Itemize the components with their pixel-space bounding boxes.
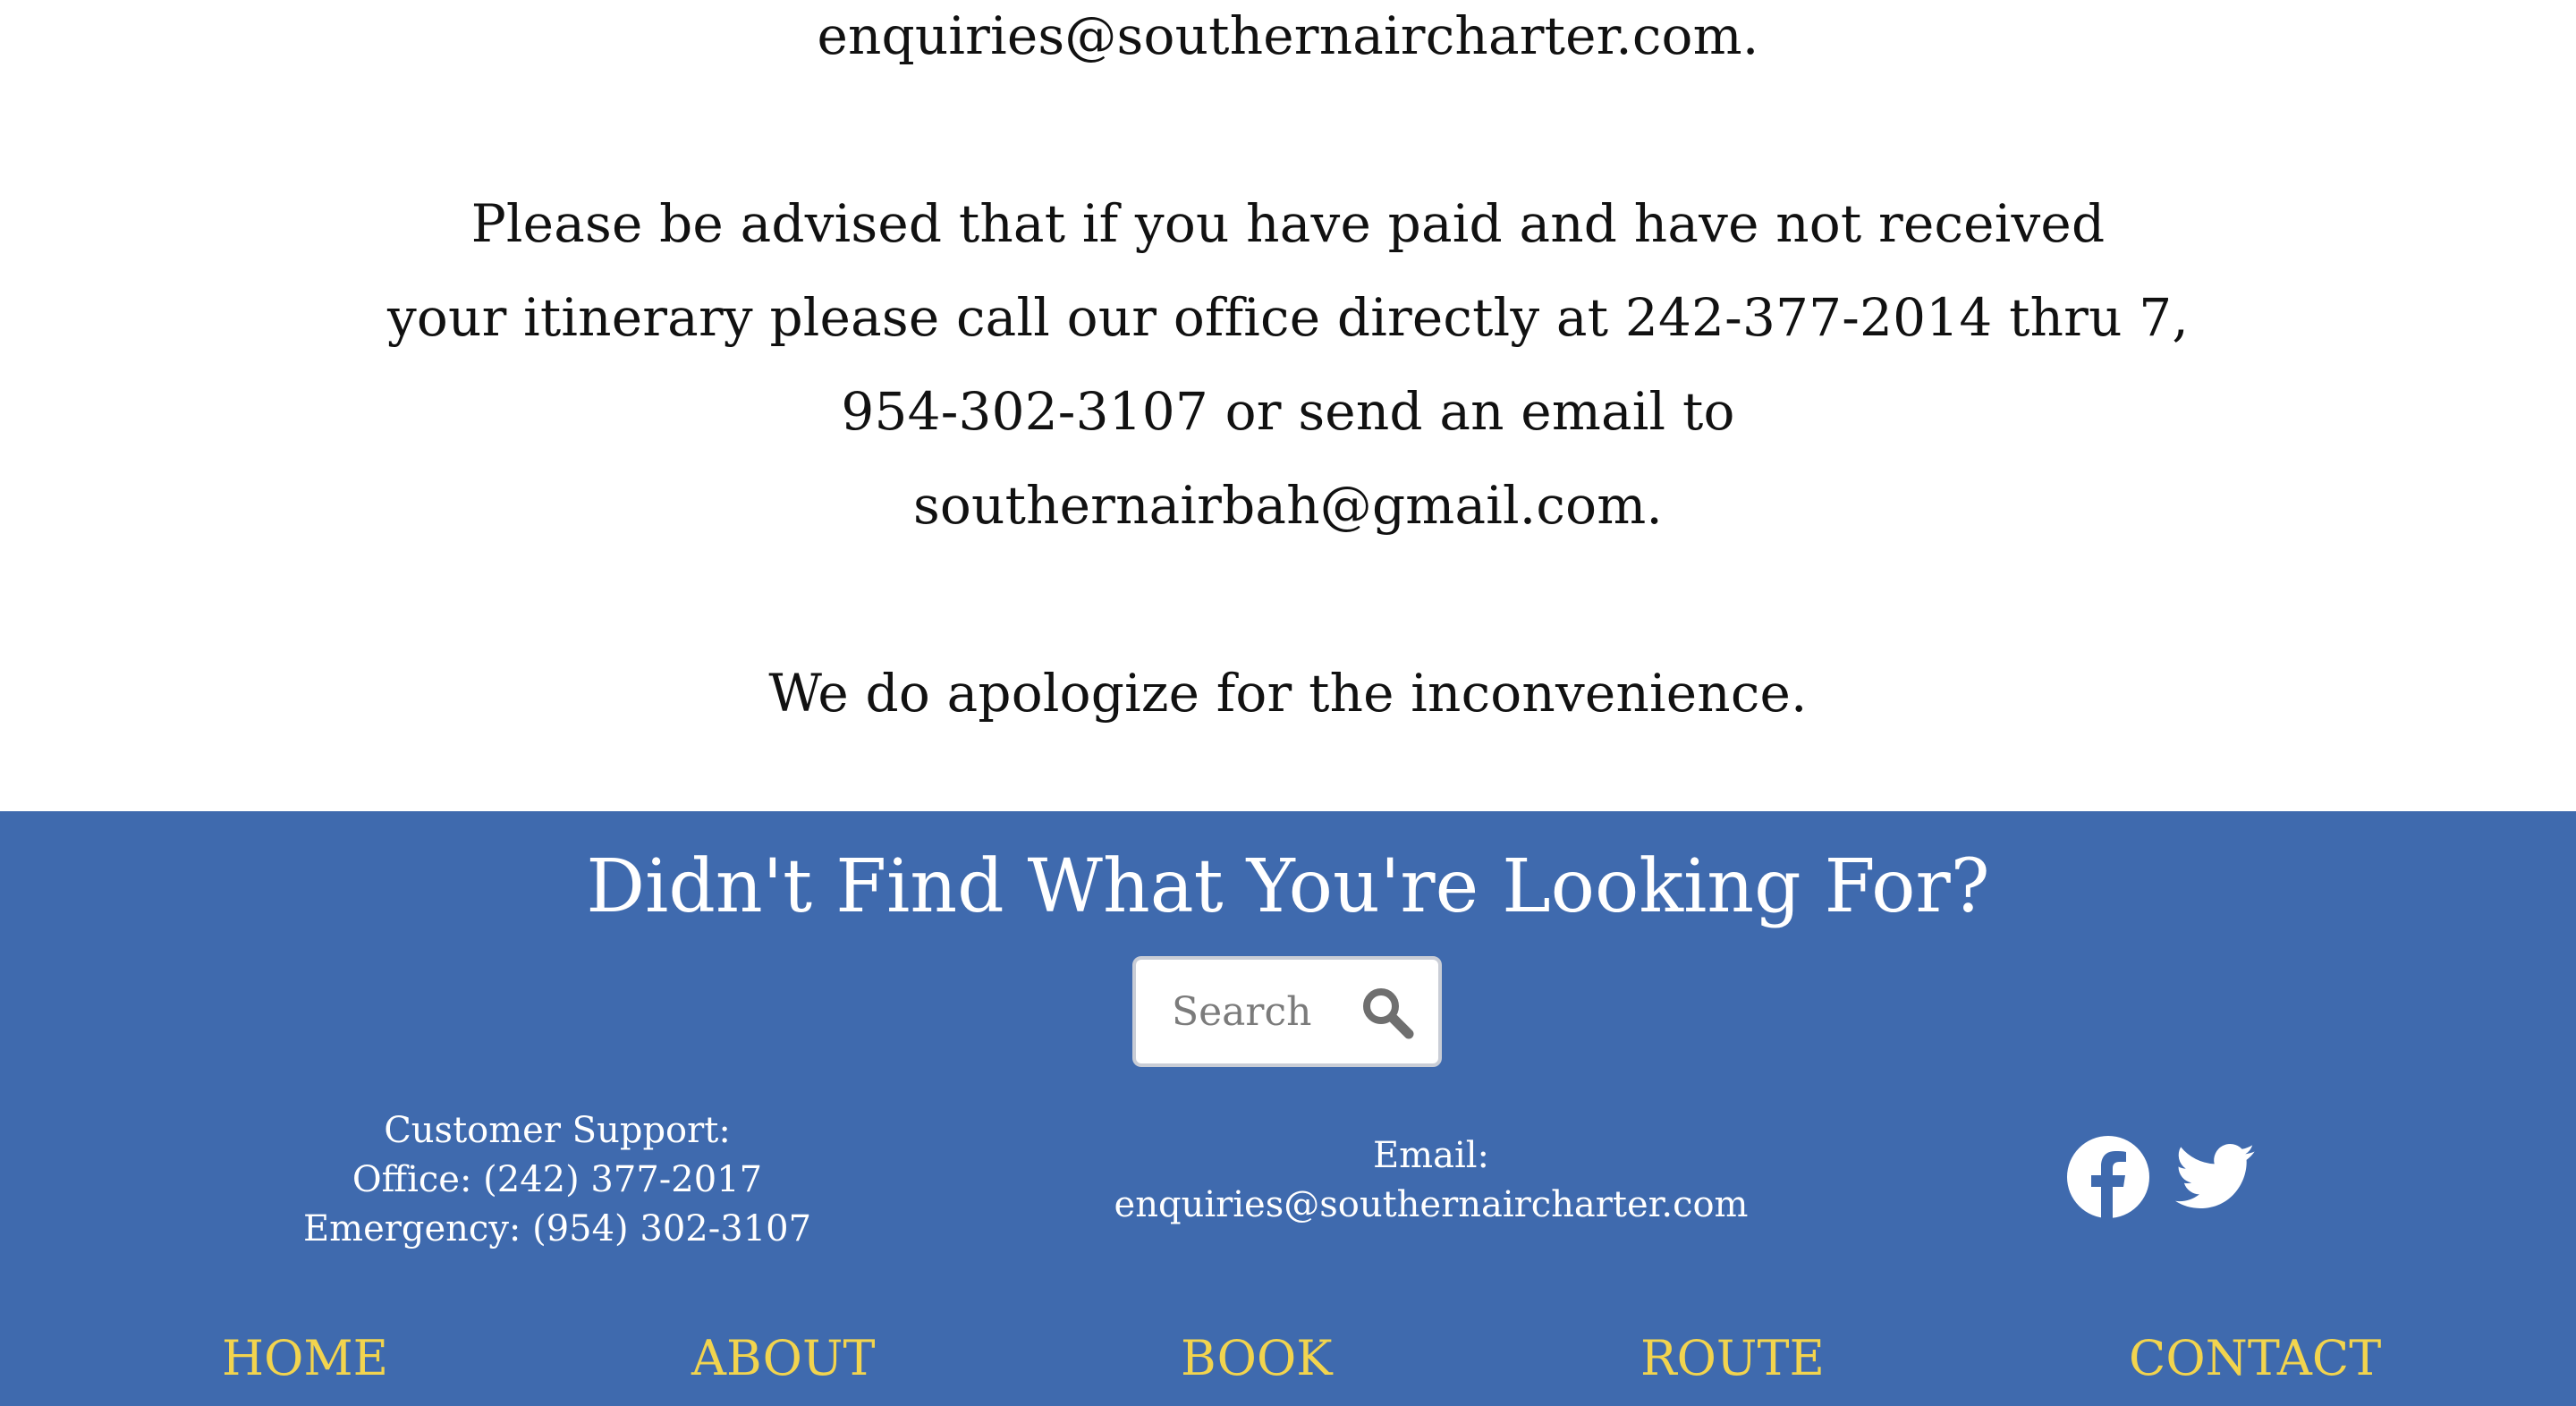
nav-home[interactable]: HOME (222, 1323, 388, 1394)
nav-contact[interactable]: CONTACT (2129, 1323, 2381, 1394)
emergency-phone: Emergency: (954) 302-3107 (302, 1208, 812, 1249)
facebook-icon (2067, 1136, 2149, 1219)
nav-book[interactable]: BOOK (1181, 1323, 1333, 1394)
email-info: Email: enquiries@southernaircharter.com (1073, 1131, 1789, 1230)
notice-section: enquiries@southernaircharter.com. Please… (0, 0, 2576, 811)
notice-line-itinerary: your itinerary please call our office di… (386, 287, 2190, 348)
notice-line-email: enquiries@southernaircharter.com. (817, 5, 1759, 66)
customer-support-title: Customer Support: (384, 1110, 731, 1151)
notice-line-gmail: southernairbah@gmail.com. (912, 475, 1664, 536)
facebook-link[interactable] (2066, 1135, 2150, 1221)
office-phone: Office: (242) 377-2017 (352, 1159, 763, 1200)
site-footer: Didn't Find What You're Looking For? Cus… (0, 811, 2576, 1406)
nav-route[interactable]: ROUTE (1640, 1323, 1825, 1394)
email-label: Email: (1372, 1135, 1490, 1176)
search-button[interactable] (1360, 985, 1415, 1040)
search-form (1132, 956, 1442, 1067)
nav-about[interactable]: ABOUT (691, 1323, 875, 1394)
search-input[interactable] (1172, 979, 1342, 1044)
twitter-icon (2175, 1144, 2255, 1208)
footer-heading: Didn't Find What You're Looking For? (586, 844, 1990, 929)
footer-email-link[interactable]: enquiries@southernaircharter.com (1114, 1184, 1749, 1225)
notice-line-advisory: Please be advised that if you have paid … (470, 193, 2106, 254)
footer-navigation: HOME ABOUT BOOK ROUTE CONTACT (0, 1323, 2576, 1394)
notice-line-apology: We do apologize for the inconvenience. (768, 663, 1808, 724)
search-icon (1363, 988, 1414, 1039)
customer-support-info: Customer Support: Office: (242) 377-2017… (289, 1106, 826, 1254)
twitter-link[interactable] (2172, 1135, 2259, 1221)
notice-line-phone: 954-302-3107 or send an email to (841, 381, 1735, 442)
